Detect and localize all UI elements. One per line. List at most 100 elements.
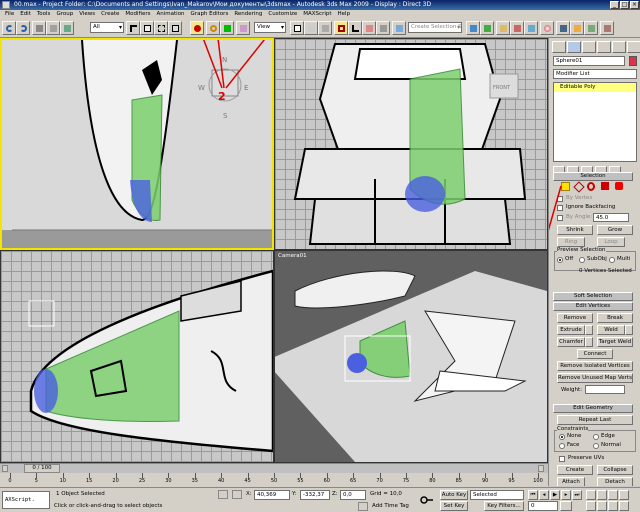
field-of-view-button[interactable] [586, 501, 596, 511]
object-name-field[interactable]: Sphere01 [553, 56, 625, 66]
chamfer-button[interactable]: Chamfer [557, 337, 585, 347]
edge-subobject-button[interactable] [573, 181, 585, 193]
pan-button[interactable] [597, 501, 607, 511]
render-setup-button[interactable] [556, 21, 570, 35]
region-select-button[interactable] [154, 21, 168, 35]
viewport-top[interactable]: N W E S 2 [0, 38, 274, 250]
menu-group[interactable]: Group [53, 10, 76, 19]
menu-graph-editors[interactable]: Graph Editors [188, 10, 232, 19]
absolute-mode-icon[interactable] [232, 490, 242, 499]
menu-rendering[interactable]: Rendering [231, 10, 265, 19]
select-and-move-button[interactable] [190, 21, 204, 35]
by-angle-field[interactable]: 45.0 [593, 213, 629, 222]
weld-button[interactable]: Weld [597, 325, 625, 335]
preview-subobj-radio[interactable] [579, 257, 585, 263]
weight-field[interactable] [585, 385, 625, 394]
menu-edit[interactable]: Edit [17, 10, 34, 19]
menu-tools[interactable]: Tools [34, 10, 54, 19]
display-tab[interactable] [612, 41, 626, 53]
constraint-face-radio[interactable] [559, 443, 565, 449]
element-subobject-button[interactable] [615, 182, 623, 190]
key-filters-button[interactable]: Key Filters... [484, 501, 524, 511]
go-to-end-button[interactable]: ⏭ [572, 490, 582, 500]
preview-multi-radio[interactable] [609, 257, 615, 263]
key-selection-dropdown[interactable]: Selected [470, 490, 524, 500]
constraint-normal-radio[interactable] [593, 443, 599, 449]
maximize-viewport-button[interactable] [619, 501, 629, 511]
edit-named-selection-button[interactable] [392, 21, 406, 35]
maximize-button[interactable]: □ [620, 1, 629, 9]
connect-button[interactable]: Connect [577, 349, 613, 359]
create-button[interactable]: Create [557, 465, 593, 475]
object-color-swatch[interactable] [629, 56, 637, 66]
select-and-rotate-button[interactable] [206, 21, 220, 35]
keyboard-shortcut-button[interactable] [318, 21, 332, 35]
window-crossing-button[interactable] [168, 21, 182, 35]
menu-create[interactable]: Create [98, 10, 122, 19]
create-tab[interactable] [552, 41, 566, 53]
key-icon[interactable] [420, 494, 434, 506]
play-button[interactable]: ▶ [550, 490, 560, 500]
maxscript-listener[interactable]: AXScript. [2, 491, 50, 509]
menu-maxscript[interactable]: MAXScript [300, 10, 334, 19]
select-and-scale-button[interactable] [220, 21, 234, 35]
track-bar[interactable]: 0 5 10 15 20 25 30 35 40 45 50 55 60 65 70 75 80 85 90 95 10… [0, 473, 548, 487]
reference-coordinate-dropdown[interactable]: View [254, 22, 286, 33]
weld-settings-button[interactable] [625, 325, 633, 335]
viewport-camera[interactable]: Camera01 [274, 250, 548, 463]
break-button[interactable]: Break [597, 313, 633, 323]
collapse-button[interactable]: Collapse [597, 465, 633, 475]
undo-button[interactable] [2, 21, 16, 35]
stack-item-editable-poly[interactable]: Editable Poly [554, 83, 636, 92]
layer-manager-button[interactable] [496, 21, 510, 35]
select-by-name-button[interactable] [140, 21, 154, 35]
orbit-button[interactable] [608, 501, 618, 511]
hierarchy-tab[interactable] [582, 41, 596, 53]
next-frame-button[interactable]: ▸ [561, 490, 571, 500]
time-prev-arrow[interactable] [2, 465, 8, 472]
auto-key-button[interactable]: Auto Key [440, 490, 468, 500]
utilities-tab[interactable] [627, 41, 640, 53]
constraint-none-radio[interactable] [559, 434, 565, 440]
set-key-button[interactable]: Set Key [440, 501, 468, 511]
select-link-button[interactable] [32, 21, 46, 35]
menu-customize[interactable]: Customize [265, 10, 300, 19]
unlink-button[interactable] [46, 21, 60, 35]
viewport-left[interactable] [0, 250, 274, 463]
add-time-tag-button[interactable]: Add Time Tag [372, 503, 409, 509]
minimize-button[interactable]: _ [610, 1, 619, 9]
menu-modifiers[interactable]: Modifiers [122, 10, 153, 19]
zoom-extents-all-button[interactable] [619, 490, 629, 500]
time-slider-thumb[interactable]: 0 / 100 [24, 464, 60, 473]
modify-tab[interactable] [567, 41, 581, 53]
bind-space-warp-button[interactable] [60, 21, 74, 35]
remove-unused-map-verts-button[interactable]: Remove Unused Map Verts [557, 373, 633, 383]
pivot-center-button[interactable] [290, 21, 304, 35]
motion-tab[interactable] [597, 41, 611, 53]
menu-views[interactable]: Views [76, 10, 98, 19]
material-editor-button[interactable] [540, 21, 554, 35]
selection-filter-dropdown[interactable]: All [90, 22, 124, 33]
select-object-button[interactable] [126, 21, 140, 35]
select-and-squash-button[interactable] [236, 21, 250, 35]
grow-button[interactable]: Grow [597, 225, 633, 235]
named-selection-dropdown[interactable]: Create Selection Set [408, 22, 462, 33]
app-icon[interactable] [2, 1, 10, 9]
viewport-front[interactable]: FRONT [274, 38, 548, 250]
remove-isolated-vertices-button[interactable]: Remove Isolated Vertices [557, 361, 633, 371]
redo-button[interactable] [16, 21, 30, 35]
time-config-button[interactable] [560, 501, 572, 511]
go-to-start-button[interactable]: ⏮ [528, 490, 538, 500]
selection-lock-icon[interactable] [218, 490, 228, 499]
remove-button[interactable]: Remove [557, 313, 593, 323]
current-frame-field[interactable]: 0 [528, 501, 558, 511]
curve-editor-button[interactable] [510, 21, 524, 35]
preserve-uvs-checkbox[interactable] [559, 456, 565, 462]
soft-selection-rollout[interactable]: Soft Selection [553, 292, 633, 301]
menu-help[interactable]: Help [335, 10, 354, 19]
target-weld-button[interactable]: Target Weld [597, 337, 633, 347]
zoom-all-button[interactable] [597, 490, 607, 500]
x-coordinate-field[interactable]: 40,369 [254, 490, 290, 500]
repeat-last-button[interactable]: Repeat Last [557, 415, 633, 425]
percent-snap-button[interactable] [362, 21, 376, 35]
